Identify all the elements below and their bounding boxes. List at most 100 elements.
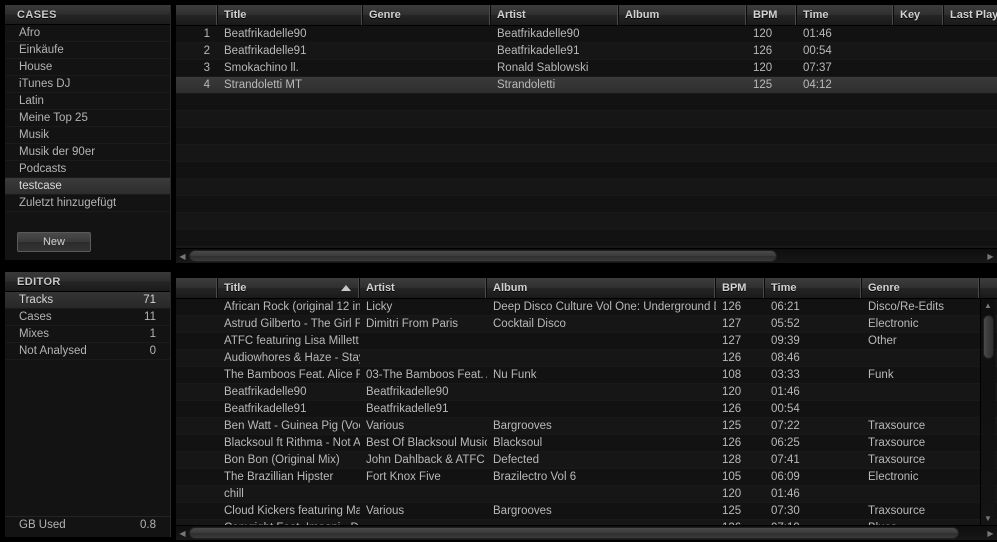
table-row[interactable]: ATFC featuring Lisa Millett - 127 09:39 Oth… — [176, 333, 997, 350]
table-cell — [894, 26, 944, 42]
editor-stats-list[interactable]: Tracks 71 Cases 11 Mixes 1 Not Analysed 0 — [5, 292, 170, 360]
library-tracks-header-row[interactable]: Title Artist Album BPM Time Genre — [176, 278, 997, 299]
case-list-item[interactable]: House — [5, 59, 170, 76]
case-tracks-table[interactable]: TitleGenreArtistAlbumBPMTimeKeyLast Play… — [176, 5, 997, 248]
column-header[interactable]: Time — [765, 278, 862, 298]
table-row[interactable]: The Bamboos Feat. Alice Ru 03-The Bamboos… — [176, 367, 997, 384]
table-row[interactable]: Audiowhores & Haze - Stay 126 08:46 — [176, 350, 997, 367]
case-list-item[interactable]: Meine Top 25 — [5, 110, 170, 127]
case-list-item[interactable]: Zuletzt hinzugefügt — [5, 195, 170, 212]
case-list-item[interactable]: Podcasts — [5, 161, 170, 178]
column-header[interactable]: Artist — [491, 5, 619, 25]
case-tracks-hscroll-track[interactable] — [189, 250, 984, 262]
table-cell: Beatfrikadelle90 — [224, 28, 307, 40]
empty-row — [176, 94, 997, 111]
column-header[interactable]: Time — [797, 5, 894, 25]
table-row[interactable]: Beatfrikadelle91 Beatfrikadelle91 126 00:54 — [176, 401, 997, 418]
column-header[interactable]: BPM — [716, 278, 765, 298]
table-cell: Disco/Re-Edits — [868, 301, 945, 313]
table-cell — [176, 418, 218, 434]
cases-list[interactable]: Afro Einkäufe House iTunes DJ Latin Meine Top… — [5, 25, 170, 224]
column-header[interactable]: Genre — [862, 278, 980, 298]
table-row[interactable]: 1 Beatfrikadelle90 Beatfrikadelle90 120 01:4… — [176, 26, 997, 43]
table-cell: 00:54 — [771, 403, 800, 415]
table-row[interactable]: chill 120 01:46 — [176, 486, 997, 503]
table-row[interactable]: 2 Beatfrikadelle91 Beatfrikadelle91 126 00:5… — [176, 43, 997, 60]
table-cell: 07:41 — [771, 454, 800, 466]
table-cell: Other — [868, 335, 897, 347]
case-list-item[interactable]: Einkäufe — [5, 42, 170, 59]
editor-stat-label: Tracks — [19, 294, 54, 306]
table-cell — [487, 401, 716, 417]
table-row[interactable]: Blacksoul ft Rithma - Not An Best Of Blac… — [176, 435, 997, 452]
column-header[interactable]: Genre — [363, 5, 491, 25]
table-row[interactable]: Ben Watt - Guinea Pig (Voca Various Bargro… — [176, 418, 997, 435]
column-header[interactable] — [176, 5, 218, 25]
library-tracks-table[interactable]: Title Artist Album BPM Time Genre African Roc… — [176, 278, 997, 525]
table-row[interactable]: The Brazillian Hipster Fort Knox Five Braz… — [176, 469, 997, 486]
table-cell: Beatfrikadelle90 — [497, 28, 580, 40]
table-cell — [176, 503, 218, 519]
editor-stat-row[interactable]: Cases 11 — [5, 309, 170, 326]
scroll-right-icon[interactable]: ▶ — [984, 250, 997, 263]
case-tracks-body[interactable]: 1 Beatfrikadelle90 Beatfrikadelle90 120 01:4… — [176, 26, 997, 248]
library-tracks-body[interactable]: African Rock (original 12 inc Licky Deep D… — [176, 299, 997, 525]
case-tracks-hscrollbar[interactable]: ◀ ▶ — [176, 248, 997, 263]
table-row[interactable]: 4 Strandoletti MT Strandoletti 125 04:12 — [176, 77, 997, 94]
table-cell: Various — [366, 505, 405, 517]
table-cell: 127 — [722, 335, 742, 347]
table-cell: 07:37 — [803, 62, 832, 74]
new-button-container: New — [5, 232, 170, 254]
case-list-item[interactable]: Musik — [5, 127, 170, 144]
table-cell: 1 — [203, 28, 210, 40]
column-header[interactable]: Title — [218, 278, 360, 298]
column-header[interactable]: Artist — [360, 278, 487, 298]
column-header[interactable]: BPM — [747, 5, 797, 25]
table-cell: Various — [366, 420, 405, 432]
empty-row — [176, 128, 997, 145]
scroll-down-icon[interactable]: ▼ — [981, 512, 995, 525]
library-tracks-vscroll-thumb[interactable] — [983, 315, 994, 359]
scroll-right-icon-2[interactable]: ▶ — [984, 527, 997, 540]
case-list-item[interactable]: iTunes DJ — [5, 76, 170, 93]
editor-stat-value: 0 — [149, 345, 156, 357]
table-row[interactable]: Astrud Gilberto - The Girl Fro Dimitri Fr… — [176, 316, 997, 333]
table-cell: Beatfrikadelle91 — [366, 403, 449, 415]
case-list-item[interactable]: Latin — [5, 93, 170, 110]
table-row[interactable]: Cloud Kickers featuring Marc Various Bargr… — [176, 503, 997, 520]
case-list-item[interactable]: testcase — [5, 178, 170, 195]
table-cell: Smokachino ll. — [224, 62, 299, 74]
table-cell — [360, 486, 487, 502]
new-case-button[interactable]: New — [17, 232, 91, 252]
case-tracks-hscroll-thumb[interactable] — [189, 250, 777, 262]
table-cell — [176, 452, 218, 468]
scroll-left-icon[interactable]: ◀ — [176, 250, 189, 263]
column-header[interactable]: Last Played — [944, 5, 997, 25]
table-row[interactable]: Bon Bon (Original Mix) John Dahlback & AT… — [176, 452, 997, 469]
library-tracks-hscroll-thumb[interactable] — [189, 527, 959, 539]
table-cell: The Bamboos Feat. Alice Ru — [224, 369, 360, 381]
column-header[interactable]: Key — [894, 5, 944, 25]
table-row[interactable]: African Rock (original 12 inc Licky Deep D… — [176, 299, 997, 316]
case-list-item[interactable]: Musik der 90er — [5, 144, 170, 161]
editor-stat-row[interactable]: Mixes 1 — [5, 326, 170, 343]
column-header[interactable]: Album — [487, 278, 716, 298]
case-list-item[interactable]: Afro — [5, 25, 170, 42]
scroll-left-icon-2[interactable]: ◀ — [176, 527, 189, 540]
column-header[interactable]: Album — [619, 5, 747, 25]
table-cell: 06:09 — [771, 471, 800, 483]
table-row[interactable]: 3 Smokachino ll. Ronald Sablowski 120 07:37 — [176, 60, 997, 77]
library-tracks-hscrollbar[interactable]: ◀ ▶ — [176, 525, 997, 540]
case-tracks-header-row[interactable]: TitleGenreArtistAlbumBPMTimeKeyLast Play… — [176, 5, 997, 26]
table-row[interactable]: Beatfrikadelle90 Beatfrikadelle90 120 01:46 — [176, 384, 997, 401]
editor-stat-row[interactable]: Tracks 71 — [5, 292, 170, 309]
scroll-up-icon[interactable]: ▲ — [981, 299, 995, 312]
library-tracks-hscroll-track[interactable] — [189, 527, 984, 539]
empty-row — [176, 179, 997, 196]
column-header[interactable]: Title — [218, 5, 363, 25]
editor-stat-row[interactable]: Not Analysed 0 — [5, 343, 170, 360]
editor-stat-value: 71 — [143, 294, 156, 306]
library-tracks-vscrollbar[interactable]: ▲ ▼ — [980, 299, 995, 525]
column-header[interactable] — [176, 278, 218, 298]
table-cell: 06:25 — [771, 437, 800, 449]
